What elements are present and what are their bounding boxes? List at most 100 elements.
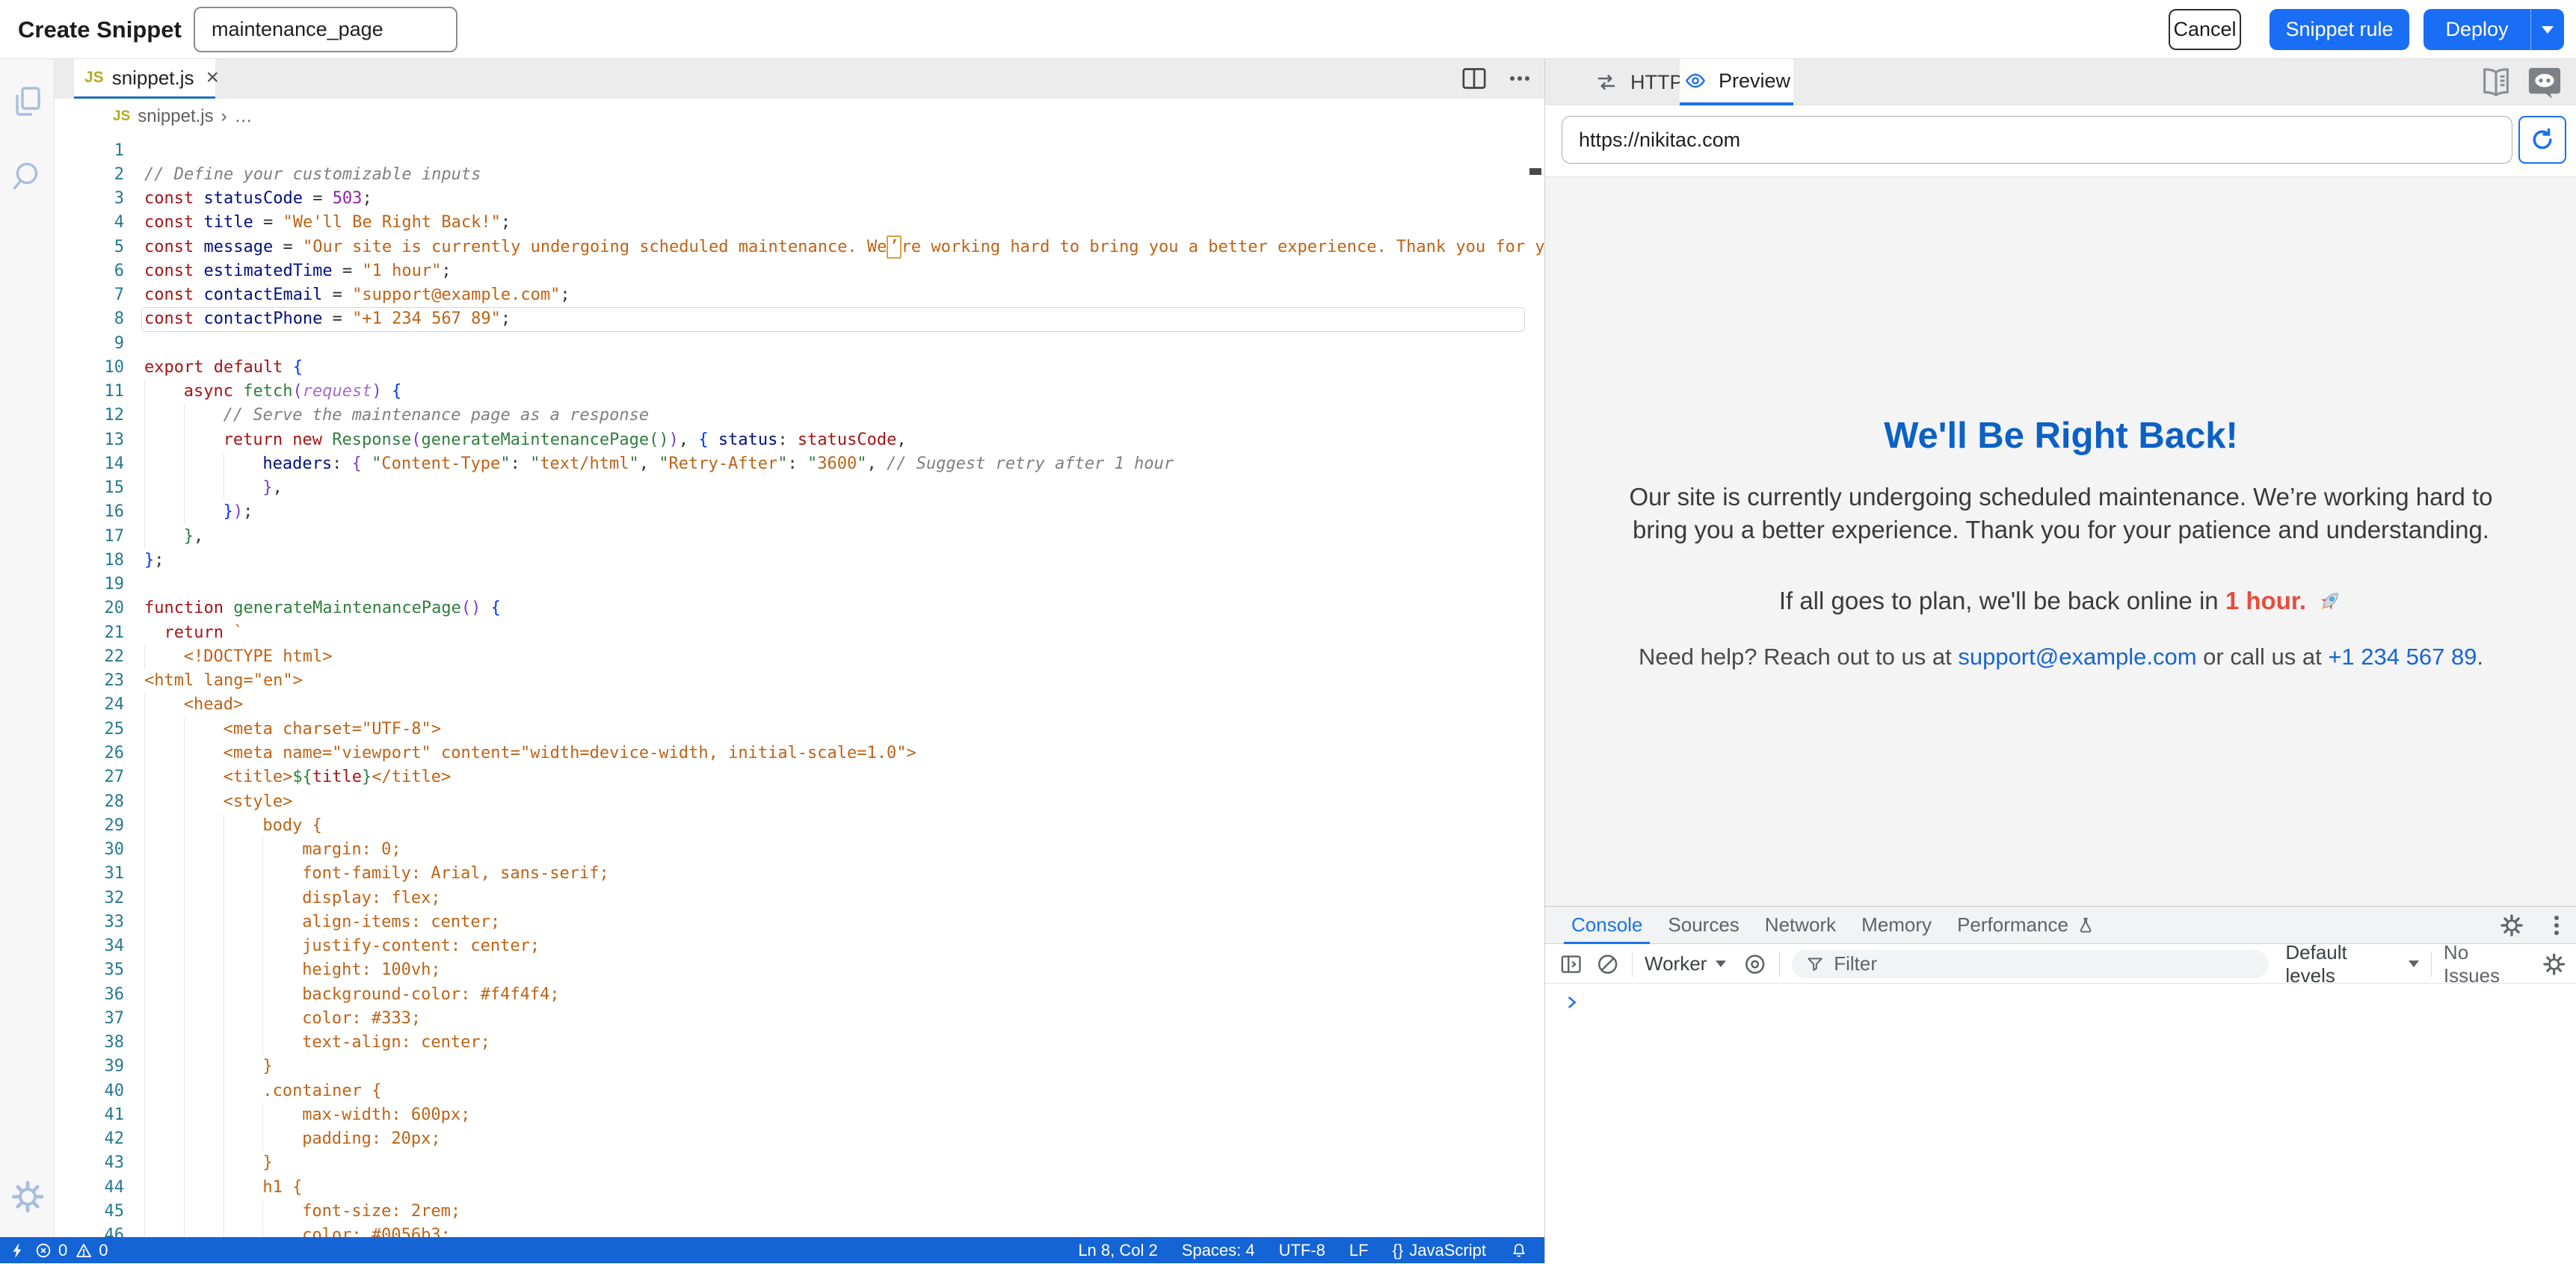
indent-guide	[144, 862, 184, 886]
code-line[interactable]: 24<head>	[55, 693, 1526, 717]
console-filter-input[interactable]: Filter	[1792, 950, 2269, 978]
indent-guide	[144, 742, 184, 765]
code-line[interactable]: 1	[55, 139, 1526, 163]
code-line[interactable]: 40.container {	[55, 1079, 1526, 1103]
code-line[interactable]: 13return new Response(generateMaintenanc…	[55, 428, 1526, 452]
code-line[interactable]: 19	[55, 573, 1526, 596]
search-icon[interactable]	[10, 158, 46, 194]
code-line[interactable]: 25<meta charset="UTF-8">	[55, 718, 1526, 742]
split-editor-icon[interactable]	[1459, 64, 1489, 93]
devtools-tabbar-actions	[2499, 907, 2566, 944]
code-line[interactable]: 11async fetch(request) {	[55, 380, 1526, 404]
close-tab-icon[interactable]: ×	[206, 67, 220, 89]
code-line[interactable]: 3const statusCode = 503;	[55, 187, 1526, 211]
devtools-tab-sources[interactable]: Sources	[1665, 907, 1742, 944]
code-line[interactable]: 35height: 100vh;	[55, 958, 1526, 982]
eol-setting[interactable]: LF	[1349, 1241, 1369, 1260]
breadcrumb[interactable]: JS snippet.js › …	[55, 99, 1544, 135]
tab-preview[interactable]: Preview	[1680, 59, 1793, 105]
line-number: 43	[55, 1151, 144, 1175]
code-line[interactable]: 36background-color: #f4f4f4;	[55, 983, 1526, 1007]
code-line[interactable]: 44h1 {	[55, 1176, 1526, 1200]
code-line[interactable]: 18};	[55, 549, 1526, 573]
support-email-link[interactable]: support@example.com	[1958, 644, 2196, 670]
code-line[interactable]: 30margin: 0;	[55, 838, 1526, 862]
code-line[interactable]: 6const estimatedTime = "1 hour";	[55, 259, 1526, 283]
code-line[interactable]: 17},	[55, 525, 1526, 549]
breadcrumb-more[interactable]: …	[235, 106, 253, 127]
code-line[interactable]: 31font-family: Arial, sans-serif;	[55, 862, 1526, 886]
code-line[interactable]: 20function generateMaintenancePage() {	[55, 596, 1526, 620]
code-line[interactable]: 4const title = "We'll Be Right Back!";	[55, 211, 1526, 235]
clear-console-icon[interactable]	[1595, 952, 1620, 977]
issues-counter[interactable]: No Issues	[2444, 941, 2528, 987]
discord-icon[interactable]	[2526, 65, 2563, 99]
notifications-bell-icon[interactable]	[1510, 1242, 1528, 1260]
code-line[interactable]: 15},	[55, 476, 1526, 500]
live-expression-eye-icon[interactable]	[1743, 952, 1767, 977]
code-line[interactable]: 42padding: 20px;	[55, 1127, 1526, 1151]
code-lines[interactable]: 12// Define your customizable inputs3con…	[55, 135, 1544, 1237]
devtools-tab-memory[interactable]: Memory	[1858, 907, 1935, 944]
settings-gear-icon[interactable]	[10, 1179, 46, 1215]
code-line[interactable]: 32display: flex;	[55, 887, 1526, 910]
code-line[interactable]: 33align-items: center;	[55, 910, 1526, 934]
cancel-button[interactable]: Cancel	[2169, 9, 2241, 50]
cursor-position[interactable]: Ln 8, Col 2	[1078, 1241, 1157, 1260]
language-mode[interactable]: {} JavaScript	[1393, 1241, 1486, 1260]
execution-context-select[interactable]: Worker	[1645, 952, 1726, 975]
more-actions-icon[interactable]	[1517, 76, 1522, 81]
code-line[interactable]: 26<meta name="viewport" content="width=d…	[55, 742, 1526, 765]
code-line[interactable]: 43}	[55, 1151, 1526, 1175]
code-line[interactable]: 5const message = "Our site is currently …	[55, 235, 1526, 259]
code-line[interactable]: 2// Define your customizable inputs	[55, 163, 1526, 187]
code-line[interactable]: 14headers: { "Content-Type": "text/html"…	[55, 452, 1526, 476]
code-line[interactable]: 27<title>${title}</title>	[55, 765, 1526, 789]
code-line[interactable]: 23<html lang="en">	[55, 669, 1526, 693]
console-sidebar-toggle-icon[interactable]	[1559, 952, 1583, 977]
code-line[interactable]: 38text-align: center;	[55, 1031, 1526, 1055]
snippet-name-input[interactable]	[194, 7, 457, 52]
snippet-rule-button[interactable]: Snippet rule	[2270, 9, 2409, 50]
app: Create Snippet Cancel Snippet rule Deplo…	[0, 0, 2576, 1263]
code-line[interactable]: 29body {	[55, 814, 1526, 838]
devtools-tab-network[interactable]: Network	[1762, 907, 1839, 944]
code-line[interactable]: 39}	[55, 1055, 1526, 1079]
devtools-more-menu-icon[interactable]	[2554, 923, 2559, 928]
errors-indicator[interactable]: 0	[34, 1241, 67, 1260]
warnings-indicator[interactable]: 0	[75, 1241, 108, 1260]
deploy-button[interactable]: Deploy	[2424, 9, 2564, 50]
deploy-dropdown-button[interactable]	[2530, 9, 2564, 50]
code-line[interactable]: 28<style>	[55, 790, 1526, 814]
log-levels-select[interactable]: Default levels	[2285, 941, 2419, 987]
code-line[interactable]: 41max-width: 600px;	[55, 1103, 1526, 1127]
devtools-tab-performance[interactable]: Performance	[1954, 907, 2098, 944]
code-line[interactable]: 45font-size: 2rem;	[55, 1200, 1526, 1224]
devtools-tab-console[interactable]: Console	[1568, 907, 1645, 944]
code-line[interactable]: 21 return `	[55, 621, 1526, 645]
code-line[interactable]: 9	[55, 332, 1526, 356]
encoding-setting[interactable]: UTF-8	[1279, 1241, 1325, 1260]
code-line[interactable]: 7const contactEmail = "support@example.c…	[55, 283, 1526, 307]
documentation-book-icon[interactable]	[2477, 65, 2515, 99]
indentation-setting[interactable]: Spaces: 4	[1182, 1241, 1255, 1260]
files-icon[interactable]	[10, 83, 46, 119]
preview-url-input[interactable]	[1562, 116, 2512, 164]
code-line[interactable]: 12// Serve the maintenance page as a res…	[55, 404, 1526, 428]
code-line[interactable]: 46color: #0056b3;	[55, 1224, 1526, 1237]
code-line[interactable]: 37color: #333;	[55, 1007, 1526, 1031]
devtools-settings-gear-icon[interactable]	[2499, 913, 2524, 938]
code-line[interactable]: 22<!DOCTYPE html>	[55, 645, 1526, 669]
console-output[interactable]	[1545, 984, 2576, 1264]
breadcrumb-file[interactable]: snippet.js	[138, 106, 213, 127]
code-line[interactable]: 16});	[55, 500, 1526, 524]
code-line[interactable]: 34justify-content: center;	[55, 934, 1526, 958]
remote-lightning-icon[interactable]	[9, 1242, 27, 1260]
chevron-down-icon	[2409, 961, 2419, 967]
refresh-button[interactable]	[2518, 116, 2566, 164]
code-line[interactable]: 8const contactPhone = "+1 234 567 89";	[55, 307, 1526, 331]
code-line[interactable]: 10export default {	[55, 356, 1526, 380]
console-settings-gear-icon[interactable]	[2542, 952, 2566, 977]
phone-link[interactable]: +1 234 567 89	[2328, 644, 2477, 670]
tab-snippet-js[interactable]: JS snippet.js ×	[74, 59, 215, 99]
